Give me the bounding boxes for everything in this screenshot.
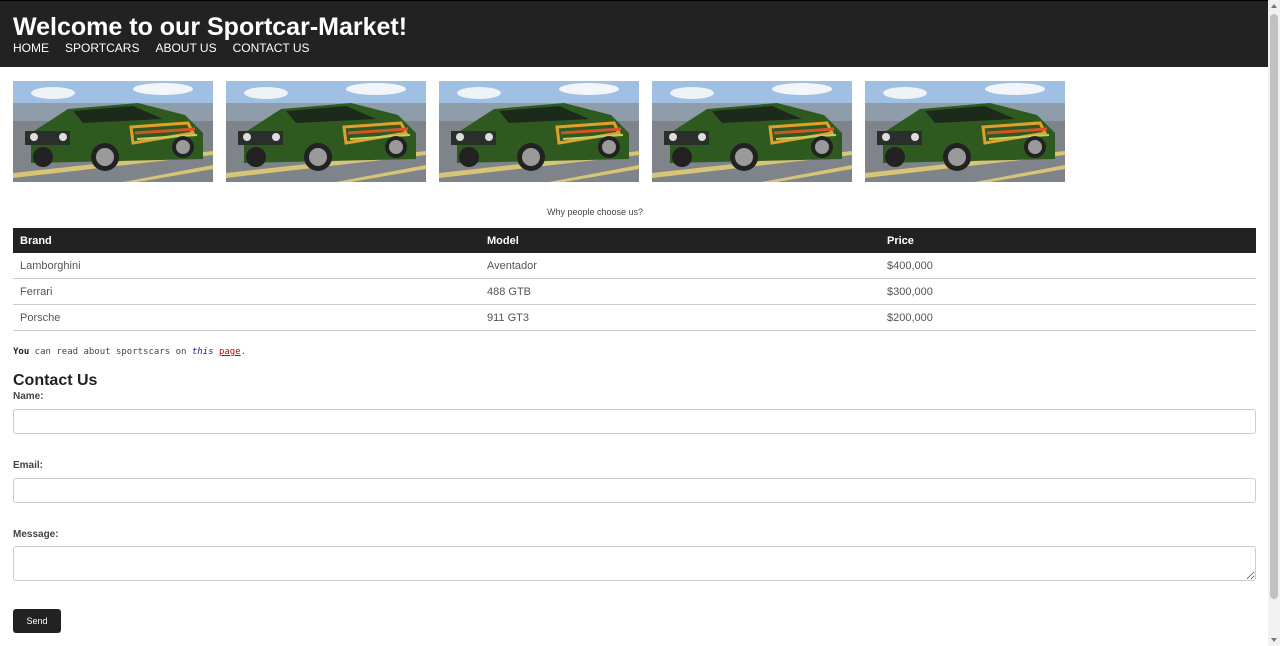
nav-about-us[interactable]: ABOUT US bbox=[155, 41, 216, 55]
cars-table: Brand Model Price Lamborghini Aventador … bbox=[13, 228, 1256, 331]
car-image bbox=[13, 81, 213, 182]
message-label: Message: bbox=[13, 529, 59, 540]
car-gallery bbox=[13, 81, 1065, 182]
scroll-down-icon[interactable] bbox=[1271, 638, 1277, 642]
cell-brand: Lamborghini bbox=[13, 253, 480, 279]
column-header-model: Model bbox=[480, 228, 880, 253]
nav-home[interactable]: HOME bbox=[13, 41, 49, 55]
cell-price: $400,000 bbox=[880, 253, 1256, 279]
section-caption: Why people choose us? bbox=[546, 207, 644, 217]
table-row: Ferrari 488 GTB $300,000 bbox=[13, 278, 1256, 305]
cell-price: $300,000 bbox=[880, 278, 1256, 305]
cell-model: Aventador bbox=[480, 253, 880, 279]
column-header-brand: Brand bbox=[13, 228, 480, 253]
cell-model: 488 GTB bbox=[480, 278, 880, 305]
name-label: Name: bbox=[13, 391, 44, 402]
column-header-price: Price bbox=[880, 228, 1256, 253]
nav-sportcars[interactable]: SPORTCARS bbox=[65, 41, 139, 55]
table-row: Lamborghini Aventador $400,000 bbox=[13, 253, 1256, 279]
page-scrollbar[interactable] bbox=[1268, 0, 1280, 646]
main-nav: HOME SPORTCARS ABOUT US CONTACT US bbox=[13, 41, 310, 55]
read-period: . bbox=[240, 347, 247, 357]
car-image bbox=[865, 81, 1065, 182]
contact-title: Contact Us bbox=[13, 372, 98, 389]
send-button[interactable]: Send bbox=[13, 609, 61, 633]
page-link[interactable]: page bbox=[219, 347, 241, 357]
email-field[interactable] bbox=[13, 478, 1256, 503]
cell-price: $200,000 bbox=[880, 304, 1256, 331]
scrollbar-thumb[interactable] bbox=[1270, 14, 1278, 599]
read-more-line: You can read about sportscars on this pa… bbox=[13, 347, 246, 357]
scroll-up-icon[interactable] bbox=[1271, 4, 1277, 8]
site-header: Welcome to our Sportcar-Market! HOME SPO… bbox=[0, 0, 1268, 67]
read-italic-word: this bbox=[191, 347, 214, 357]
nav-contact-us[interactable]: CONTACT US bbox=[233, 41, 310, 55]
car-image bbox=[652, 81, 852, 182]
name-field[interactable] bbox=[13, 409, 1256, 434]
car-image bbox=[439, 81, 639, 182]
page-title: Welcome to our Sportcar-Market! bbox=[13, 13, 408, 41]
car-image bbox=[226, 81, 426, 182]
cell-model: 911 GT3 bbox=[480, 304, 880, 331]
read-text: can read about sportscars on bbox=[29, 347, 192, 357]
read-bold-word: You bbox=[13, 347, 30, 357]
table-header-row: Brand Model Price bbox=[13, 228, 1256, 253]
email-label: Email: bbox=[13, 460, 44, 471]
message-field[interactable] bbox=[13, 546, 1256, 581]
table-row: Porsche 911 GT3 $200,000 bbox=[13, 304, 1256, 331]
cell-brand: Ferrari bbox=[13, 278, 480, 305]
cell-brand: Porsche bbox=[13, 304, 480, 331]
